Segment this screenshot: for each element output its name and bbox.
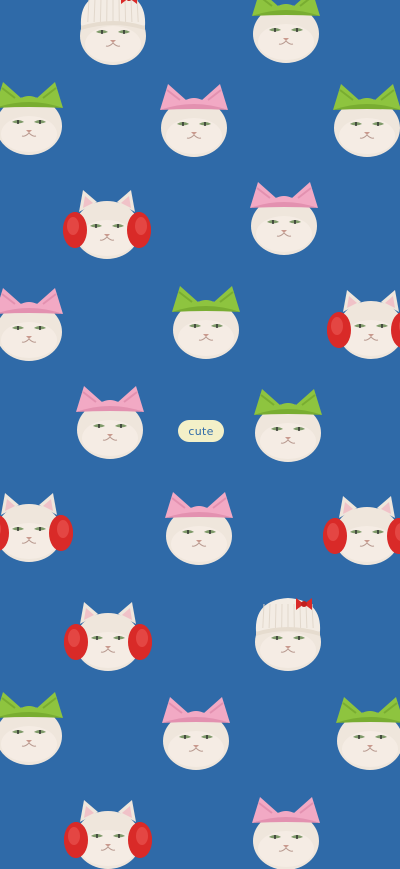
cat-head-green-cat-ear-headband: [0, 692, 63, 765]
cat-head-knit-beanie-with-bow: [80, 0, 146, 65]
cat-head-pink-cat-ear-headband: [160, 84, 228, 157]
cat-head-pink-cat-ear-headband: [76, 386, 144, 459]
cute-badge: cute: [178, 420, 224, 442]
cat-head-red-earmuffs: [0, 493, 73, 562]
cat-head-red-earmuffs: [64, 800, 152, 869]
cat-head-pink-cat-ear-headband: [165, 492, 233, 565]
cat-head-pink-cat-ear-headband: [162, 697, 230, 770]
cat-head-pink-cat-ear-headband: [252, 797, 320, 869]
cat-head-green-cat-ear-headband: [172, 286, 240, 359]
cat-head-green-cat-ear-headband: [333, 84, 400, 157]
cat-head-knit-beanie-with-bow: [255, 598, 321, 671]
cat-head-green-cat-ear-headband: [254, 389, 322, 462]
cat-head-red-earmuffs: [64, 602, 152, 671]
cat-head-red-earmuffs: [323, 496, 400, 565]
cat-head-green-cat-ear-headband: [336, 697, 400, 770]
cat-head-red-earmuffs: [327, 290, 400, 359]
cat-head-green-cat-ear-headband: [0, 82, 63, 155]
cat-head-green-cat-ear-headband: [252, 0, 320, 63]
cat-head-red-earmuffs: [63, 190, 151, 259]
wallpaper-background: cute: [0, 0, 400, 869]
cat-head-pink-cat-ear-headband: [250, 182, 318, 255]
cat-head-pink-cat-ear-headband: [0, 288, 63, 361]
